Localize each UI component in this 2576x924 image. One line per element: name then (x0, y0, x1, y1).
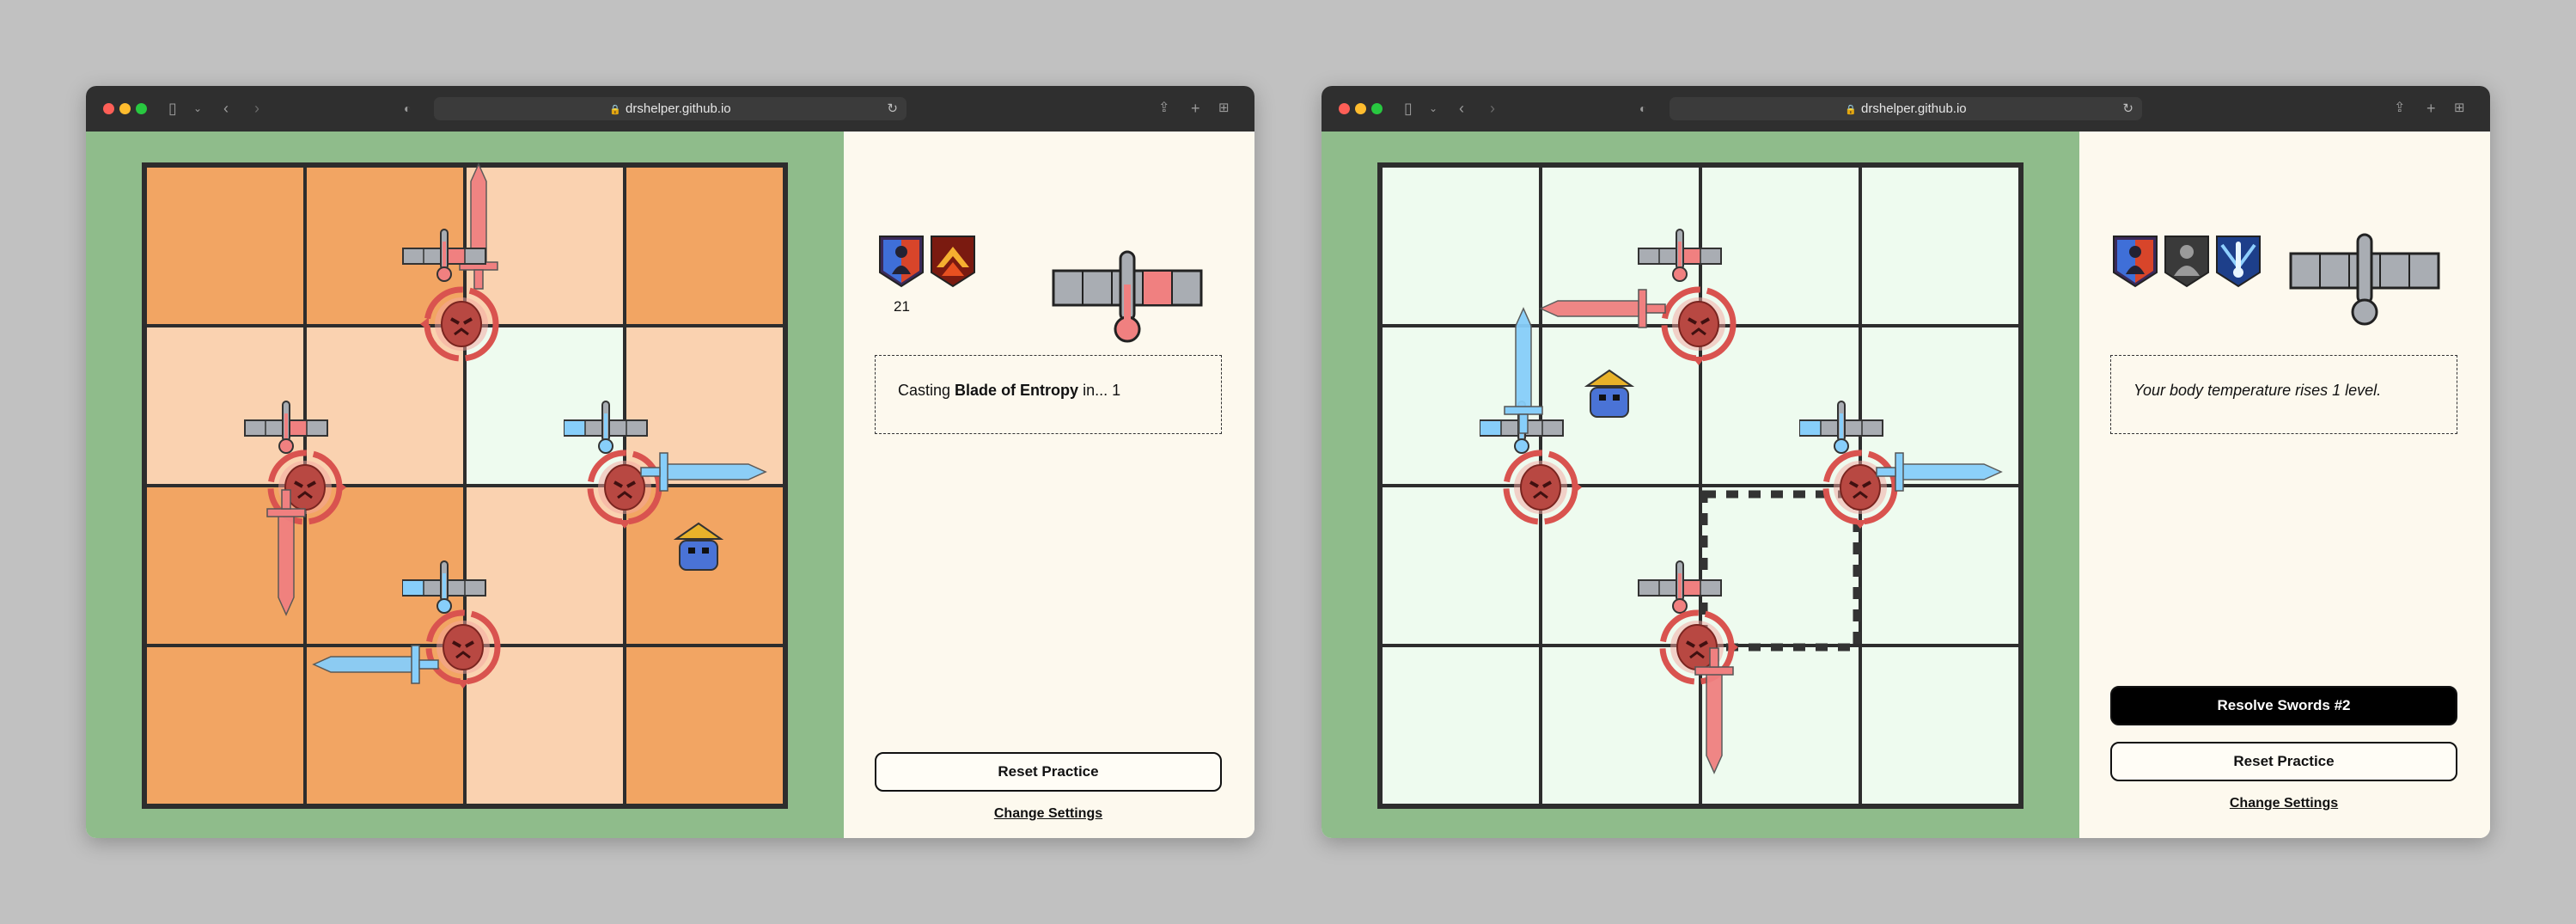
body-temperature-gauge (2289, 233, 2440, 326)
shadow-debuff-icon (2164, 236, 2209, 288)
reload-icon[interactable]: ↻ (887, 97, 898, 120)
change-settings-link[interactable]: Change Settings (875, 806, 1222, 822)
share-icon[interactable]: ⇪ (2394, 99, 2405, 118)
sword-marker (1694, 647, 1734, 774)
temperature-icon (1638, 560, 1722, 614)
close-window-button[interactable] (1339, 103, 1350, 114)
temperature-icon (402, 560, 486, 614)
temperature-icon (564, 401, 648, 454)
cast-status: Casting Blade of Entropy in... 1 (875, 355, 1222, 434)
control-panel: 21 Casting Blade of Entropy in... 1 Rese… (844, 132, 1254, 838)
privacy-shield-icon[interactable]: ◐ (404, 99, 411, 118)
share-icon[interactable]: ⇪ (1158, 99, 1169, 118)
sidebar-icon[interactable]: ▯ (168, 99, 177, 118)
safe-zone-marker (1700, 490, 1861, 652)
arena (86, 132, 844, 838)
back-icon[interactable]: ‹ (223, 99, 229, 118)
reset-practice-button[interactable]: Reset Practice (875, 752, 1222, 792)
boss-marker (587, 450, 662, 529)
lock-icon: 🔒 (609, 105, 622, 115)
chevron-down-icon[interactable]: ⌄ (193, 99, 202, 118)
fire-aura-icon (931, 236, 975, 288)
new-tab-icon[interactable]: + (2426, 99, 2436, 118)
sword-marker (459, 162, 498, 290)
arena-overlay (142, 162, 788, 809)
close-window-button[interactable] (103, 103, 114, 114)
browser-window-left: ▯ ⌄ ‹ › ◐ 🔒 drshelper.github.io ↻ ⇪ + ⊞ (86, 86, 1254, 838)
back-icon[interactable]: ‹ (1459, 99, 1464, 118)
browser-window-right: ▯ ⌄ ‹ › ◐ 🔒drshelper.github.io ↻ ⇪ + ⊞ (1322, 86, 2490, 838)
reset-practice-button[interactable]: Reset Practice (2110, 742, 2457, 781)
forward-icon[interactable]: › (1490, 99, 1495, 118)
forward-icon[interactable]: › (254, 99, 259, 118)
player-character (673, 522, 724, 571)
browser-toolbar: ▯ ⌄ ‹ › ◐ 🔒 drshelper.github.io ↻ ⇪ + ⊞ (1322, 86, 2490, 132)
arena-markers (244, 162, 767, 688)
minimize-window-button[interactable] (1355, 103, 1366, 114)
boss-marker (1661, 286, 1737, 365)
zoom-window-button[interactable] (1371, 103, 1383, 114)
debuff-counter: 21 (894, 298, 910, 315)
browser-toolbar: ▯ ⌄ ‹ › ◐ 🔒 drshelper.github.io ↻ ⇪ + ⊞ (86, 86, 1254, 132)
body-temperature-gauge (1052, 250, 1203, 343)
new-tab-icon[interactable]: + (1191, 99, 1200, 118)
cold-aura-icon (2216, 236, 2261, 288)
resolve-swords-button[interactable]: Resolve Swords #2 (2110, 686, 2457, 725)
sidebar-icon[interactable]: ▯ (1404, 99, 1413, 118)
sword-marker (312, 645, 439, 684)
change-settings-link[interactable]: Change Settings (2110, 796, 2457, 811)
sword-marker (1504, 307, 1543, 434)
control-panel: Your body temperature rises 1 level. Res… (2079, 132, 2490, 838)
temperature-fill (1144, 272, 1171, 304)
status-message: Your body temperature rises 1 level. (2110, 355, 2457, 434)
sword-marker (1539, 289, 1666, 328)
cast-suffix: in... 1 (1078, 382, 1121, 399)
url-text: drshelper.github.io (626, 101, 731, 116)
reload-icon[interactable]: ↻ (2122, 97, 2133, 120)
lock-icon: 🔒 (1845, 105, 1858, 115)
url-text: drshelper.github.io (1861, 101, 1967, 116)
zoom-window-button[interactable] (136, 103, 147, 114)
boss-marker (1503, 450, 1582, 525)
arena (1322, 132, 2079, 838)
temperature-icon (1799, 401, 1883, 454)
arena-overlay (1377, 162, 2024, 809)
spell-name: Blade of Entropy (955, 382, 1079, 399)
privacy-shield-icon[interactable]: ◐ (1639, 99, 1646, 118)
tab-overview-icon[interactable]: ⊞ (2454, 99, 2465, 118)
player-character (1584, 369, 1635, 418)
arena-markers (1480, 229, 2003, 774)
tab-overview-icon[interactable]: ⊞ (1218, 99, 1230, 118)
fire-ice-debuff-icon (2113, 236, 2158, 288)
sword-marker (1876, 452, 2003, 492)
chevron-down-icon[interactable]: ⌄ (1429, 99, 1438, 118)
temperature-icon (1638, 229, 1722, 282)
minimize-window-button[interactable] (119, 103, 131, 114)
address-bar[interactable]: 🔒 drshelper.github.io ↻ (1670, 97, 2142, 120)
sword-marker (640, 452, 767, 492)
boss-marker (420, 286, 499, 362)
boss-marker (1822, 450, 1898, 529)
address-bar[interactable]: 🔒 drshelper.github.io ↻ (434, 97, 906, 120)
fire-ice-debuff-icon (879, 236, 924, 288)
cast-prefix: Casting (898, 382, 955, 399)
sword-marker (266, 489, 306, 616)
temperature-icon (244, 401, 328, 454)
boss-marker (425, 609, 501, 688)
